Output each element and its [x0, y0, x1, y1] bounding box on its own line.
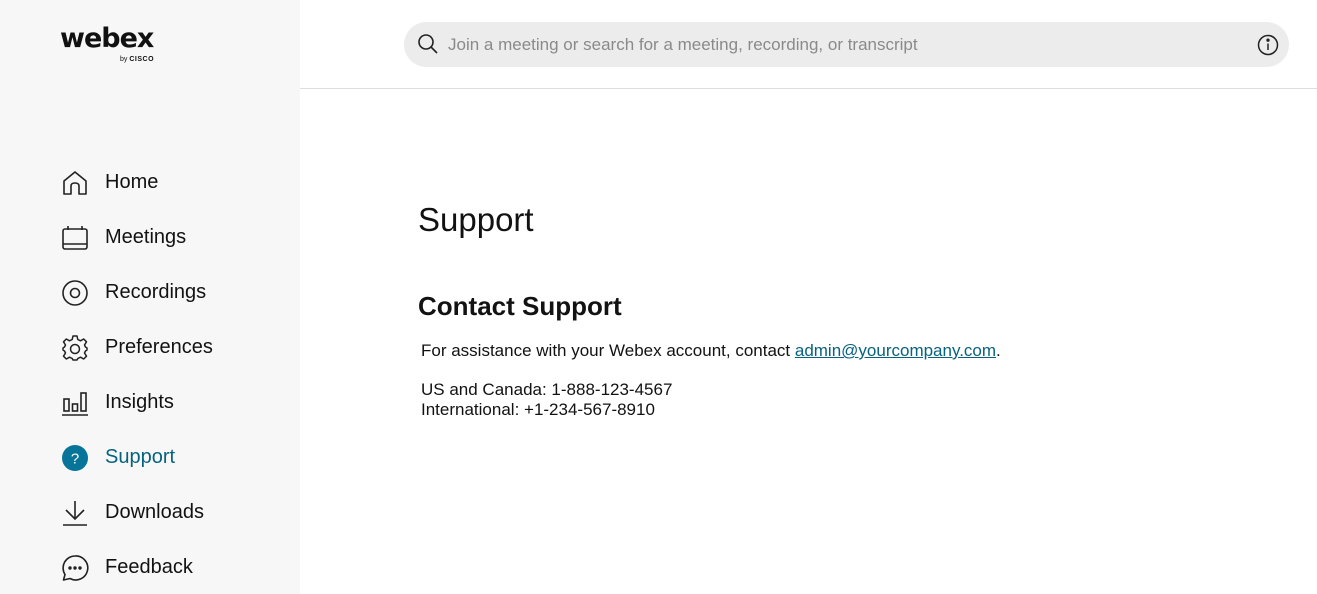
sidebar-item-meetings[interactable]: Meetings [60, 210, 213, 265]
info-icon[interactable] [1257, 34, 1279, 56]
sidebar-nav: Home Meetings Recordings Preferences Ins… [60, 155, 213, 594]
assistance-suffix: . [996, 341, 1001, 360]
download-icon [60, 498, 90, 528]
webex-app: webex by CISCO Home Meetings Recordings … [0, 0, 1317, 594]
recording-icon [60, 278, 90, 308]
main-content: Support Contact Support For assistance w… [418, 200, 1001, 419]
search-bar[interactable] [404, 22, 1289, 67]
sidebar-item-home[interactable]: Home [60, 155, 213, 210]
webex-logo[interactable]: webex by CISCO [60, 23, 154, 64]
sidebar-item-label: Feedback [105, 556, 193, 578]
sidebar-item-downloads[interactable]: Downloads [60, 485, 213, 540]
search-icon [418, 34, 438, 54]
calendar-icon [60, 223, 90, 253]
home-icon [60, 168, 90, 198]
svg-text:?: ? [71, 450, 79, 467]
admin-email-link[interactable]: admin@yourcompany.com [795, 341, 996, 360]
sidebar-item-label: Downloads [105, 501, 204, 523]
help-icon: ? [60, 443, 90, 473]
sidebar-item-support[interactable]: ? Support [60, 430, 213, 485]
assistance-text: For assistance with your Webex account, … [421, 341, 1001, 361]
page-title: Support [418, 201, 534, 238]
sidebar-item-recordings[interactable]: Recordings [60, 265, 213, 320]
us-canada-phone: US and Canada: 1-888-123-4567 [421, 380, 673, 399]
phone-numbers: US and Canada: 1-888-123-4567 Internatio… [421, 380, 672, 420]
sidebar-item-label: Meetings [105, 226, 187, 248]
sidebar-item-label: Support [105, 446, 176, 468]
sidebar: webex by CISCO Home Meetings Recordings … [0, 0, 300, 594]
sidebar-item-label: Preferences [105, 336, 213, 358]
sidebar-item-label: Recordings [105, 281, 207, 303]
sidebar-item-preferences[interactable]: Preferences [60, 320, 213, 375]
assistance-prefix: For assistance with your Webex account, … [421, 341, 795, 360]
logo-wordmark: webex [60, 23, 154, 54]
top-bar [300, 0, 1317, 89]
international-phone: International: +1-234-567-8910 [421, 400, 655, 419]
sidebar-item-label: Home [105, 171, 159, 193]
logo-byline: by CISCO [120, 56, 154, 63]
bar-chart-icon [60, 388, 90, 418]
chat-bubble-icon [60, 553, 90, 583]
sidebar-item-feedback[interactable]: Feedback [60, 540, 213, 594]
section-title: Contact Support [418, 291, 622, 321]
search-input[interactable] [448, 22, 1228, 67]
sidebar-item-insights[interactable]: Insights [60, 375, 213, 430]
logo-brand-text: CISCO [129, 56, 155, 63]
gear-icon [60, 333, 90, 363]
logo-by-text: by [120, 56, 128, 63]
sidebar-item-label: Insights [105, 391, 174, 413]
